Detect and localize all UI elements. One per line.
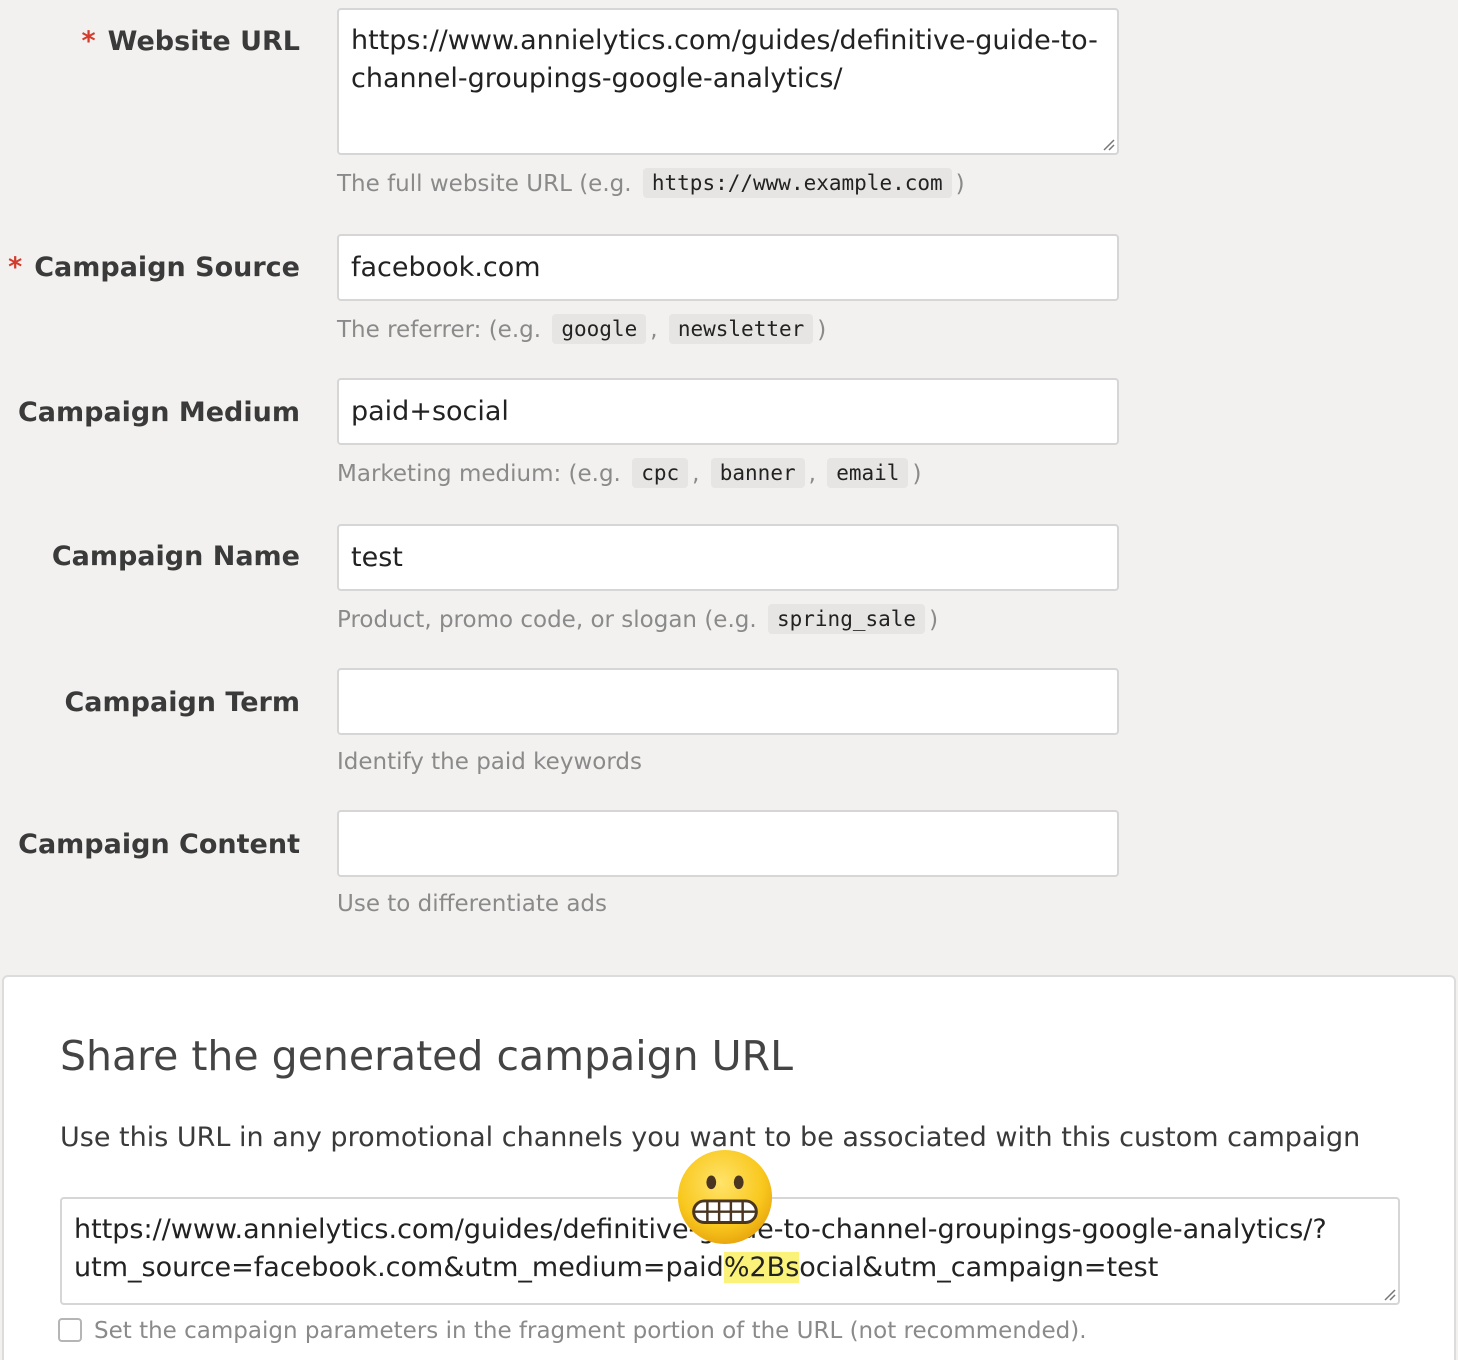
campaign-content-label: Campaign Content [18, 829, 300, 860]
campaign-term-label: Campaign Term [64, 687, 300, 718]
campaign-source-help: The referrer: (e.g. google, newsletter) [337, 314, 826, 344]
campaign-name-label: Campaign Name [51, 541, 300, 572]
share-panel-title: Share the generated campaign URL [60, 1032, 793, 1080]
required-marker: * [8, 252, 23, 283]
example-code: spring_sale [767, 604, 926, 634]
campaign-content-input[interactable] [337, 810, 1119, 877]
example-code: newsletter [668, 314, 814, 344]
example-code: cpc [632, 458, 689, 488]
website-url-input[interactable]: https://www.annielytics.com/guides/defin… [337, 8, 1119, 155]
campaign-term-help: Identify the paid keywords [337, 749, 642, 775]
website-url-help: The full website URL (e.g. https://www.e… [337, 168, 965, 198]
example-code: email [827, 458, 909, 488]
required-marker: * [81, 26, 96, 57]
campaign-term-input[interactable] [337, 668, 1119, 735]
campaign-name-input[interactable]: test [337, 524, 1119, 591]
campaign-source-input[interactable]: facebook.com [337, 234, 1119, 301]
campaign-name-help: Product, promo code, or slogan (e.g. spr… [337, 604, 938, 634]
fragment-checkbox[interactable] [58, 1318, 82, 1342]
example-code: https://www.example.com [642, 168, 952, 198]
fragment-checkbox-label: Set the campaign parameters in the fragm… [94, 1318, 1087, 1344]
example-code: banner [710, 458, 805, 488]
example-code: google [552, 314, 647, 344]
resize-grip-icon[interactable] [1101, 137, 1115, 151]
resize-grip-icon[interactable] [1382, 1287, 1396, 1301]
fragment-option[interactable]: Set the campaign parameters in the fragm… [58, 1318, 1087, 1344]
website-url-label: * Website URL [81, 26, 300, 57]
campaign-medium-input[interactable]: paid+social [337, 378, 1119, 445]
campaign-medium-label: Campaign Medium [17, 397, 300, 428]
grimacing-face-icon [677, 1149, 773, 1245]
campaign-medium-help: Marketing medium: (e.g. cpc, banner, ema… [337, 458, 921, 488]
encoded-plus-highlight: %2Bs [723, 1252, 800, 1283]
campaign-source-label: * Campaign Source [8, 252, 300, 283]
campaign-content-help: Use to differentiate ads [337, 891, 608, 917]
